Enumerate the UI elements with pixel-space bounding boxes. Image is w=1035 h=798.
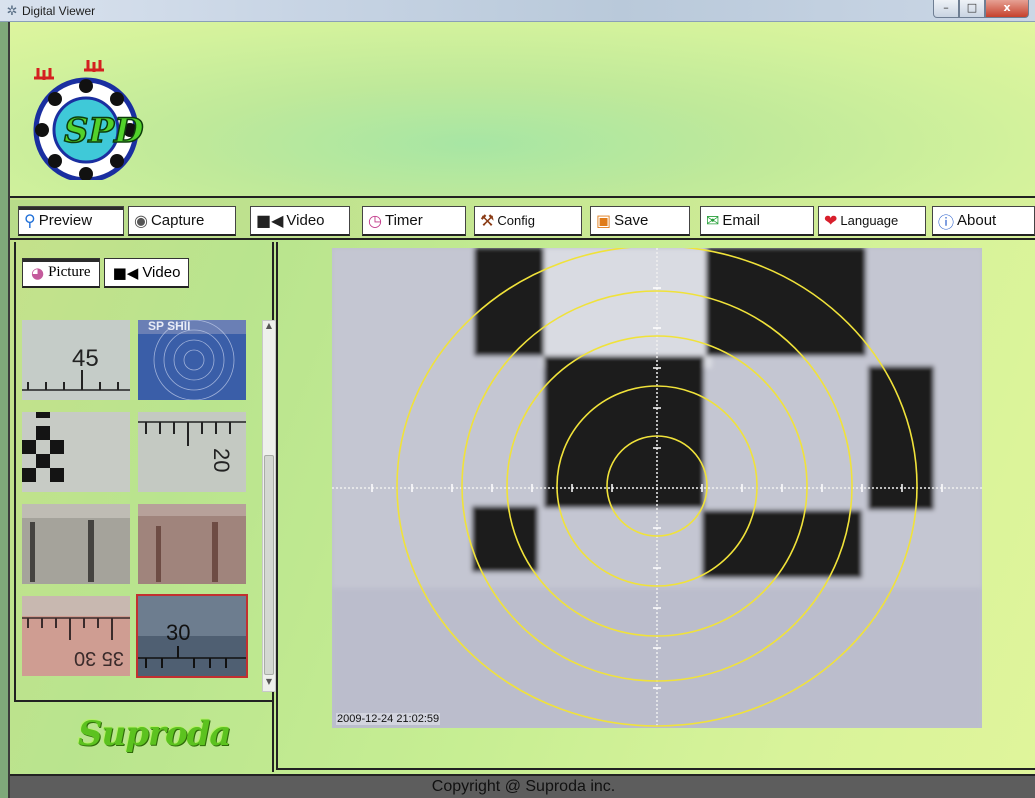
- preview-image: [332, 248, 982, 728]
- window-title: Digital Viewer: [22, 4, 96, 18]
- envelope-icon: ✉: [706, 211, 720, 230]
- main-toolbar: ⚲ Preview ◉ Capture ■◀ Video ◷ Timer ⚒ C…: [10, 200, 1035, 240]
- lips-icon: ❤: [824, 211, 838, 230]
- info-icon: ⓘ: [938, 212, 955, 232]
- close-button[interactable]: x: [985, 0, 1029, 18]
- config-button[interactable]: ⚒ Config: [474, 206, 582, 236]
- scroll-up-icon[interactable]: ▲: [263, 321, 275, 335]
- video-camera-icon: ■◀: [256, 211, 284, 230]
- hammer-icon: ⚒: [480, 211, 495, 230]
- window-titlebar: ✲ Digital Viewer – □ x: [0, 0, 1035, 22]
- language-button[interactable]: ❤ Language: [818, 206, 926, 236]
- svg-text:SP SHII: SP SHII: [148, 320, 190, 333]
- brand-area: Suproda: [14, 702, 274, 772]
- search-icon: ⚲: [24, 211, 36, 230]
- capture-button[interactable]: ◉ Capture: [128, 206, 236, 236]
- thumbnail-selected[interactable]: 30: [136, 594, 248, 678]
- thumbnail[interactable]: 20: [138, 412, 246, 492]
- about-button[interactable]: ⓘ About: [932, 206, 1035, 236]
- floppy-icon: ▣: [596, 211, 612, 230]
- minimize-button[interactable]: –: [933, 0, 959, 18]
- thumbnail[interactable]: [22, 412, 130, 492]
- gallery-panel: ◕ Picture ■◀ Video 45 SP SHII 20 35 30 3…: [14, 242, 276, 702]
- scroll-down-icon[interactable]: ▼: [263, 677, 275, 691]
- palette-icon: ◕: [31, 263, 45, 282]
- svg-text:20: 20: [209, 448, 234, 472]
- tab-picture[interactable]: ◕ Picture: [22, 258, 100, 288]
- viewer-area: 2009-12-24 21:02:59: [276, 242, 1035, 770]
- thumbnail[interactable]: [22, 504, 130, 584]
- svg-text:30: 30: [166, 620, 190, 645]
- footer: Copyright @ Suproda inc.: [10, 774, 1035, 798]
- video-button[interactable]: ■◀ Video: [250, 206, 350, 236]
- gallery-tabs: ◕ Picture ■◀ Video: [22, 258, 190, 288]
- thumbnail[interactable]: SP SHII: [138, 320, 246, 400]
- svg-text:45: 45: [72, 345, 99, 372]
- scrollbar-thumb[interactable]: [264, 455, 274, 675]
- camera-icon: ◉: [134, 211, 148, 230]
- thumbnail[interactable]: 35 30: [22, 596, 130, 676]
- gallery-scrollbar[interactable]: ▲ ▼: [262, 320, 276, 692]
- spd-logo: SPD: [33, 60, 145, 180]
- clock-icon: ◷: [368, 211, 382, 230]
- app-icon: ✲: [6, 3, 18, 18]
- thumbnail[interactable]: 45: [22, 320, 130, 400]
- capture-timestamp: 2009-12-24 21:02:59: [336, 713, 441, 725]
- copyright-text: Copyright @ Suproda inc.: [431, 778, 616, 795]
- svg-text:35 30: 35 30: [74, 647, 124, 669]
- timer-button[interactable]: ◷ Timer: [362, 206, 466, 236]
- video-camera-icon: ■◀: [112, 263, 139, 282]
- tab-video[interactable]: ■◀ Video: [103, 258, 190, 288]
- thumbnail-grid: 45 SP SHII 20 35 30 30: [22, 320, 254, 700]
- thumbnail[interactable]: [138, 504, 246, 584]
- maximize-button[interactable]: □: [959, 0, 985, 18]
- window-controls: – □ x: [933, 0, 1029, 20]
- logo-text: SPD: [64, 111, 144, 151]
- save-button[interactable]: ▣ Save: [590, 206, 690, 236]
- brand-logo: Suproda: [78, 714, 231, 754]
- live-preview[interactable]: 2009-12-24 21:02:59: [332, 248, 982, 728]
- app-frame: SPD ⚲ Preview ◉ Capture ■◀ Video ◷ Timer…: [8, 22, 1035, 798]
- header: SPD: [10, 22, 1035, 198]
- preview-button[interactable]: ⚲ Preview: [18, 206, 124, 236]
- email-button[interactable]: ✉ Email: [700, 206, 814, 236]
